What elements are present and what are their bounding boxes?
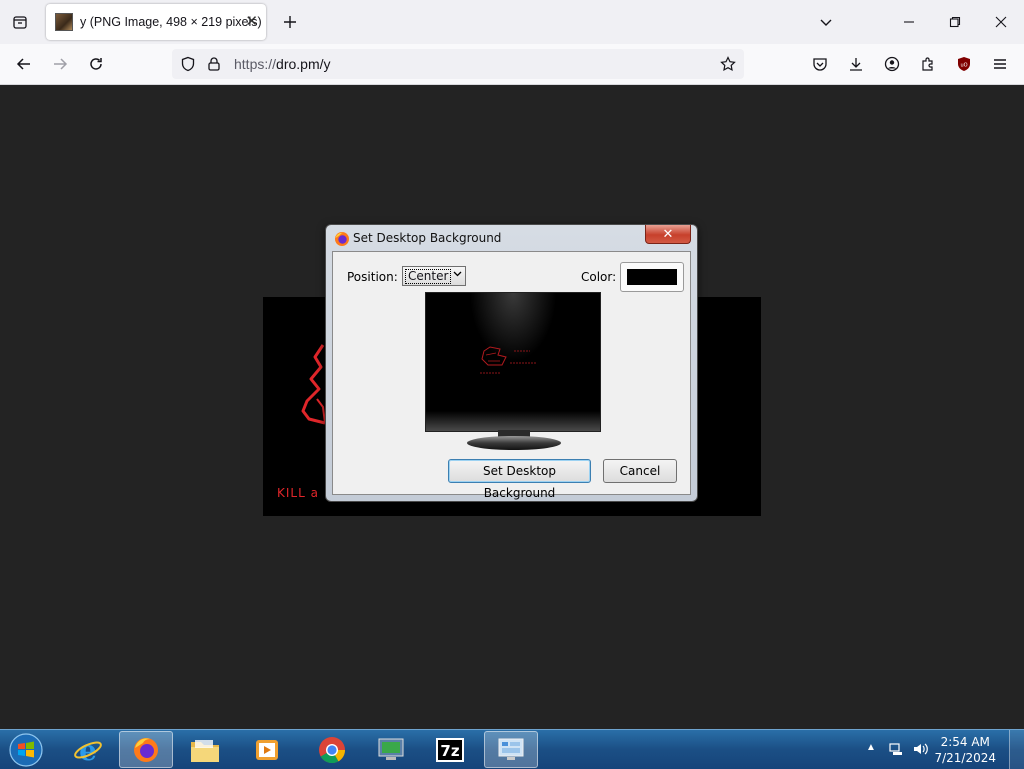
cancel-button[interactable]: Cancel [603,459,677,483]
taskbar-firefox[interactable] [119,731,173,768]
dialog-title: Set Desktop Background [353,231,502,245]
set-desktop-background-button[interactable]: Set Desktop Background [448,459,591,500]
back-arrow-icon[interactable] [12,52,36,76]
7zip-icon: 7z [436,737,464,762]
system-clock[interactable]: 2:54 AM 7/21/2024 [934,734,996,766]
windows-logo-icon [9,732,43,767]
chrome-icon [319,736,346,763]
control-panel-icon [498,738,524,760]
remote-desktop-icon [378,738,404,760]
extensions-icon[interactable] [916,52,940,76]
position-label: Position: [347,270,398,284]
taskbar: e 7z ▲ 2:54 AM 7/21/2024 [0,729,1024,769]
reload-icon[interactable] [84,52,108,76]
url-scheme: https:// [234,56,277,72]
chevron-down-icon[interactable] [814,10,838,34]
taskbar-media-player[interactable] [240,731,294,768]
dialog-close-button[interactable]: ✕ [645,225,691,244]
color-picker-button[interactable] [620,262,684,292]
lock-icon[interactable] [202,52,226,76]
internet-explorer-icon: e [74,735,102,765]
taskbar-control-panel[interactable] [484,731,538,768]
network-icon[interactable] [888,741,904,760]
color-label: Color: [581,270,617,284]
ublock-icon[interactable]: uO [952,52,976,76]
clock-time: 2:54 AM [940,735,990,749]
taskbar-internet-explorer[interactable]: e [61,731,115,768]
taskbar-file-explorer[interactable] [178,731,232,768]
url-host: dro.pm/y [276,56,331,72]
monitor-screen [425,292,601,432]
show-desktop-button[interactable] [1009,730,1024,769]
position-select-value: Center [405,269,452,284]
taskbar-7zip[interactable]: 7z [423,731,477,768]
svg-text:uO: uO [960,63,967,69]
browser-tab[interactable]: y (PNG Image, 498 × 219 pixels) ✕ [46,4,266,40]
monitor-stand-icon [467,430,561,450]
new-tab-icon[interactable] [278,10,302,34]
tab-favicon-icon [55,13,73,31]
dialog-body: Position: Center Color: Set Desktop Back… [332,251,691,500]
image-caption-text: KILL a [277,486,319,500]
set-desktop-background-dialog: Set Desktop Background ✕ Position: Cente… [325,224,698,502]
menu-icon[interactable] [988,52,1012,76]
start-button[interactable] [0,731,52,768]
close-icon[interactable]: ✕ [245,14,258,30]
firefox-icon [334,231,350,250]
account-icon[interactable] [880,52,904,76]
media-player-icon [256,739,278,760]
url-bar[interactable]: https://dro.pm/y [172,49,744,79]
close-icon: ✕ [662,226,674,241]
firefox-icon [134,737,158,762]
show-hidden-icons-icon[interactable]: ▲ [866,742,876,753]
tab-list-icon[interactable] [8,10,32,34]
svg-text:e: e [79,735,97,765]
url-text: https://dro.pm/y [234,56,331,72]
taskbar-chrome[interactable] [305,731,359,768]
tab-bar: y (PNG Image, 498 × 219 pixels) ✕ [0,0,1024,44]
tab-title: y (PNG Image, 498 × 219 pixels) [80,15,262,29]
color-swatch [627,269,677,285]
folder-icon [191,739,219,762]
download-icon[interactable] [844,52,868,76]
bookmark-star-icon[interactable] [716,52,740,76]
forward-arrow-icon[interactable] [48,52,72,76]
clock-date: 7/21/2024 [934,751,996,765]
chevron-down-icon [453,269,462,281]
minimize-icon[interactable] [897,10,921,34]
svg-text:7z: 7z [440,742,459,760]
navigation-bar: https://dro.pm/y uO [0,44,1024,85]
window-close-icon[interactable] [989,10,1013,34]
volume-icon[interactable] [912,741,930,760]
preview-image-icon [426,346,600,431]
position-select[interactable]: Center [402,266,466,286]
restore-icon[interactable] [943,10,967,34]
shield-icon[interactable] [176,52,200,76]
pocket-icon[interactable] [808,52,832,76]
taskbar-remote-desktop[interactable] [364,731,418,768]
